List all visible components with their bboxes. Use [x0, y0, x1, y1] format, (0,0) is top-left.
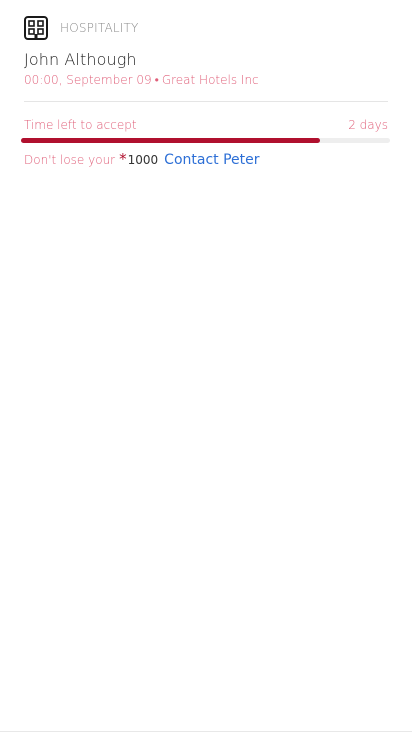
offer-meta: 00:00, September 09 • Great Hotels Inc	[24, 73, 388, 87]
offer-card: HOSPITALITY John Although 00:00, Septemb…	[21, 16, 390, 169]
deadline-label: Time left to accept	[24, 118, 137, 132]
person-name: John Although	[24, 50, 137, 69]
reward-row: Don't lose your * 1000 Contact Peter	[24, 150, 388, 169]
divider	[24, 101, 388, 102]
meta-separator: •	[154, 73, 159, 87]
category-label: HOSPITALITY	[60, 21, 139, 35]
star-icon: *	[119, 150, 127, 168]
deadline-progress-fill	[21, 138, 320, 143]
contact-link[interactable]: Contact Peter	[164, 152, 259, 168]
deadline-progress-bar	[21, 138, 390, 143]
deadline-remaining: 2 days	[348, 118, 388, 132]
reward-warning-text: Don't lose your	[24, 153, 116, 167]
category-header: HOSPITALITY	[24, 16, 388, 40]
reward-points: 1000	[127, 153, 159, 167]
building-icon	[24, 16, 48, 40]
company-name: Great Hotels Inc	[161, 73, 259, 87]
deadline-row: Time left to accept 2 days	[24, 118, 388, 132]
offer-time: 00:00, September 09	[24, 73, 152, 87]
